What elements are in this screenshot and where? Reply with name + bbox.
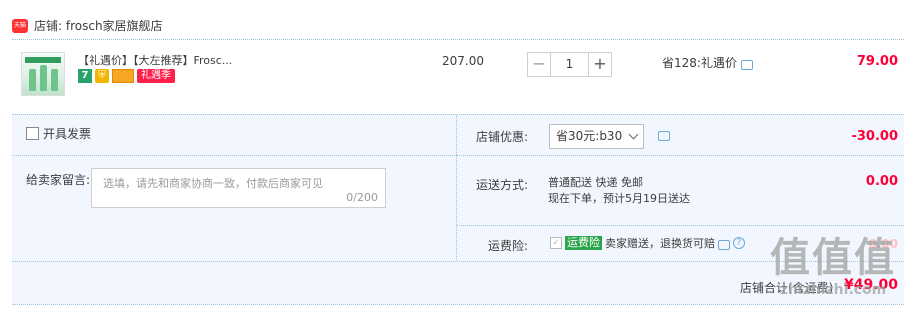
bottle-graphic xyxy=(51,69,58,91)
promo-tag[interactable]: 礼遇季 xyxy=(137,69,175,83)
chat-icon[interactable] xyxy=(740,59,753,70)
coupon-label: 店铺优惠: xyxy=(475,130,528,144)
decrease-quantity-button[interactable]: − xyxy=(527,52,551,77)
shipping-method-line: 普通配送 快递 免邮 xyxy=(548,176,643,189)
insurance-label: 运费险: xyxy=(487,239,528,253)
tmall-badge-icon: 天猫 xyxy=(12,18,28,33)
item-row: 【礼遇价】【大左推荐】Frosc... 7 ⛨ 礼遇季 207.00 − 1 +… xyxy=(12,44,904,110)
insurance-tag: 运费险 xyxy=(565,236,602,250)
increase-quantity-button[interactable]: + xyxy=(588,52,612,77)
insurance-text: 卖家赠送，退换货可赔 xyxy=(605,237,715,250)
item-total: 79.00 xyxy=(856,54,898,69)
message-label: 给卖家留言: xyxy=(26,173,91,187)
thumbnail-banner xyxy=(25,57,61,63)
unit-price: 207.00 xyxy=(442,54,484,68)
guarantee-shield-icon[interactable]: ⛨ xyxy=(95,69,109,83)
store-header: 天猫 店铺: frosch家居旗舰店 xyxy=(12,12,904,40)
chat-icon[interactable] xyxy=(658,131,670,141)
service-icons: 7 ⛨ 礼遇季 xyxy=(78,69,175,83)
discount-text: 省128:礼遇价 xyxy=(662,56,737,70)
product-title[interactable]: 【礼遇价】【大左推荐】Frosc... xyxy=(78,52,232,68)
coupon-amount: -30.00 xyxy=(851,129,898,144)
store-name[interactable]: 店铺: frosch家居旗舰店 xyxy=(34,17,163,34)
bottle-graphic xyxy=(40,65,47,91)
shipping-label: 运送方式: xyxy=(475,178,528,192)
store-subtotal-label: 店铺合计(含运费) xyxy=(740,281,834,295)
seven-day-return-icon[interactable]: 7 xyxy=(78,69,92,83)
message-placeholder: 选填，请先和商家协商一致，付款后商家可见 xyxy=(103,177,323,190)
coupon-select[interactable]: 省30元:b30 xyxy=(549,124,644,149)
shipping-amount: 0.00 xyxy=(865,174,898,189)
product-thumbnail[interactable] xyxy=(21,52,65,96)
help-icon[interactable]: ? xyxy=(733,237,745,249)
insurance-checkbox[interactable]: ✓ xyxy=(550,237,562,249)
divider xyxy=(457,225,904,226)
delivery-estimate: 现在下单，预计5月19日送达 xyxy=(548,192,690,205)
insurance-amount: 0.00 xyxy=(868,237,898,251)
invoice-checkbox[interactable] xyxy=(26,127,39,140)
buyer-options: 开具发票 给卖家留言: 选填，请先和商家协商一致，付款后商家可见 0/200 xyxy=(12,115,457,261)
credit-card-icon[interactable] xyxy=(112,69,134,83)
shipping-method: 普通配送 快递 免邮 现在下单，预计5月19日送达 xyxy=(548,175,690,207)
chat-icon[interactable] xyxy=(718,240,730,250)
order-options-panel: 开具发票 给卖家留言: 选填，请先和商家协商一致，付款后商家可见 0/200 店… xyxy=(12,114,904,305)
insurance-option: ✓ 运费险 卖家赠送，退换货可赔 ? xyxy=(550,235,745,251)
coupon-selected-value: 省30元:b30 xyxy=(556,129,623,143)
invoice-option[interactable]: 开具发票 xyxy=(26,125,91,142)
chevron-down-icon xyxy=(628,129,639,140)
message-char-counter: 0/200 xyxy=(346,191,378,204)
divider xyxy=(12,261,904,262)
quantity-stepper: − 1 + xyxy=(527,52,612,77)
bottle-graphic xyxy=(29,69,36,91)
invoice-label: 开具发票 xyxy=(43,127,92,141)
discount-info: 省128:礼遇价 xyxy=(662,54,753,71)
quantity-input[interactable]: 1 xyxy=(551,52,588,77)
divider xyxy=(457,155,904,156)
store-subtotal-value: ¥49.00 xyxy=(843,277,898,293)
divider xyxy=(12,155,457,156)
message-textarea[interactable]: 选填，请先和商家协商一致，付款后商家可见 0/200 xyxy=(91,168,386,208)
